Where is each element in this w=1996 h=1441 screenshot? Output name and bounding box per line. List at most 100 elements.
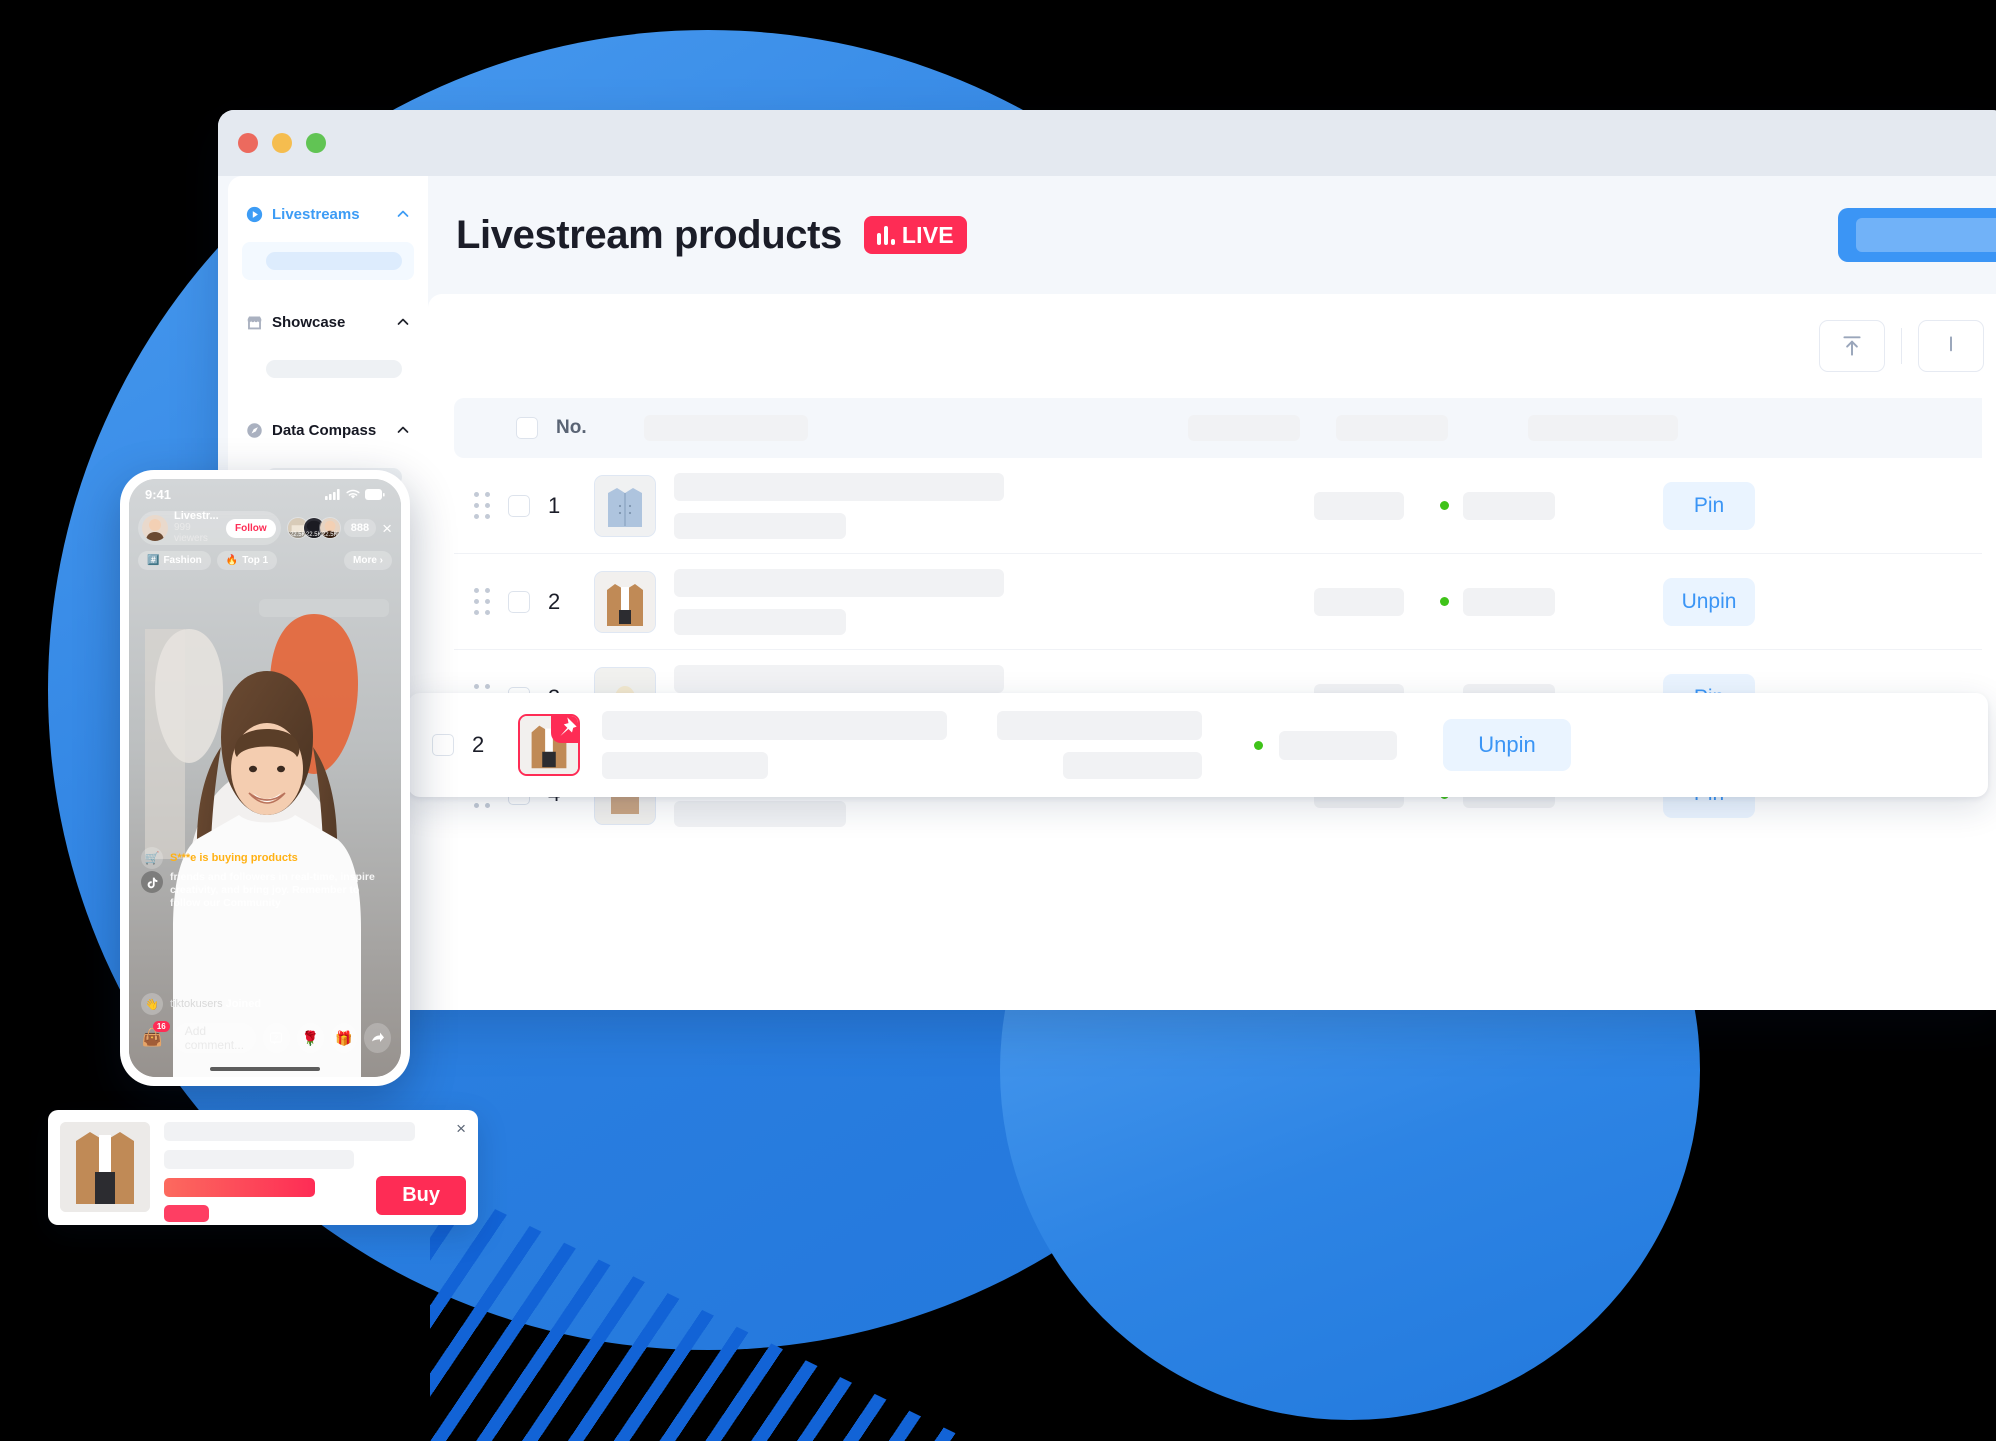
sidebar-item-showcase[interactable]: Showcase [242, 306, 414, 338]
live-badge-label: LIVE [901, 221, 954, 248]
sidebar-item-label: Showcase [272, 313, 346, 331]
bag-count-badge: 16 [152, 1021, 170, 1032]
buying-text: S***e is buying products [170, 852, 298, 864]
chevron-up-icon[interactable] [396, 315, 410, 329]
row-checkbox[interactable] [508, 494, 530, 517]
joined-text: tiktokusers Joined [170, 998, 261, 1010]
row-checkbox[interactable] [508, 590, 530, 613]
table-toolbar [428, 294, 1996, 398]
comment-input[interactable]: Add comment... [172, 1023, 257, 1053]
product-buy-card: × Buy [48, 1110, 478, 1225]
highlighted-table-row[interactable]: 2 Unpin [408, 693, 1988, 797]
tiktok-logo-icon [141, 871, 163, 893]
buying-notification: 🛒 S***e is buying products [141, 847, 298, 869]
product-sub-placeholder [602, 752, 768, 779]
primary-button-placeholder [1856, 218, 1996, 252]
home-indicator [210, 1067, 320, 1071]
question-box-icon[interactable]: ? [263, 1023, 290, 1053]
viewer-avatar[interactable]: 22.5K [318, 517, 341, 539]
buy-card-product-image[interactable] [60, 1122, 150, 1212]
chevron-up-icon[interactable] [396, 207, 410, 221]
page-header: Livestream products LIVE [428, 176, 1996, 294]
phone-mockup: 9:41 Livestr... 999 viewers Follow 22.5K… [120, 470, 410, 1086]
product-sub-placeholder [674, 608, 846, 635]
joined-username: tiktokusers [170, 998, 223, 1010]
product-thumbnail[interactable] [594, 474, 656, 537]
product-name-placeholder [674, 568, 1004, 597]
toolbar-divider [1901, 328, 1902, 364]
sidebar-subitem-placeholder [266, 360, 402, 378]
sidebar-subitem-placeholder [266, 252, 402, 270]
gift-icon[interactable]: 🎁 [330, 1023, 358, 1053]
phone-top-bar: Livestr... 999 viewers Follow 22.5K 22.5… [138, 510, 392, 545]
metric-sub-placeholder [1062, 752, 1202, 779]
fire-emoji-icon: 🔥 [225, 555, 239, 566]
shopping-bag-icon[interactable]: 👜 16 [139, 1021, 170, 1053]
move-to-top-button[interactable] [1819, 320, 1885, 372]
sidebar-subitem-showcase[interactable] [242, 350, 414, 388]
product-metric-cell [997, 711, 1202, 779]
host-info-pill[interactable]: Livestr... 999 viewers Follow [138, 510, 281, 545]
viewer-avatars[interactable]: 22.5K 22.5K 22.5K 888 × [286, 517, 392, 539]
sidebar-group-livestreams: Livestreams [228, 198, 428, 280]
chevron-up-icon[interactable] [396, 423, 410, 437]
status-text-placeholder [1463, 491, 1555, 520]
cellular-signal-icon [325, 488, 340, 500]
status-icons [325, 488, 385, 500]
primary-action-button[interactable] [1838, 208, 1996, 262]
close-icon[interactable]: × [456, 1120, 466, 1137]
browser-window: Livestreams Showcase Data Compass Livest… [218, 110, 1996, 1010]
buy-title-placeholder [164, 1122, 415, 1141]
unpin-button[interactable]: Unpin [1443, 719, 1571, 771]
select-all-checkbox[interactable] [516, 417, 538, 439]
rose-icon[interactable]: 🌹 [296, 1023, 324, 1053]
buy-sub-placeholder [164, 1150, 355, 1169]
product-sub-placeholder [674, 512, 846, 539]
joined-label: Joined [225, 998, 262, 1010]
close-icon[interactable]: × [382, 520, 392, 537]
phone-tag-row: #️⃣ Fashion 🔥 Top 1 More › [138, 551, 392, 570]
table-row[interactable]: 2 Unpin [454, 554, 1982, 650]
share-icon[interactable] [364, 1023, 392, 1053]
row-checkbox[interactable] [432, 734, 454, 756]
product-thumbnail[interactable] [594, 570, 656, 633]
metric-placeholder [997, 711, 1202, 740]
phone-status-bar: 9:41 [129, 479, 401, 509]
product-name-placeholder [674, 664, 1004, 693]
pin-button[interactable]: Pin [1663, 481, 1755, 530]
follow-button[interactable]: Follow [226, 518, 276, 538]
status-indicator-dot [1440, 597, 1449, 606]
screenshot-stage: Livestreams Showcase Data Compass Livest… [0, 0, 1996, 1441]
sidebar-item-data-compass[interactable]: Data Compass [242, 414, 414, 446]
unpin-button[interactable]: Unpin [1663, 577, 1755, 626]
maximize-window-button[interactable] [306, 133, 326, 153]
viewer-total-count[interactable]: 888 [343, 519, 377, 537]
svg-text:?: ? [275, 1035, 279, 1042]
row-number: 1 [548, 492, 561, 518]
main-content: Livestream products LIVE No. 1 Pin 2 Unp… [428, 176, 1996, 1010]
product-name-placeholder [602, 711, 947, 740]
move-down-button[interactable] [1918, 320, 1984, 372]
product-thumbnail-pinned[interactable] [518, 714, 580, 776]
compass-icon [246, 422, 263, 439]
product-name-cell [674, 472, 1004, 539]
tag-fashion[interactable]: #️⃣ Fashion [138, 551, 211, 570]
tag-label: Fashion [163, 555, 202, 566]
wifi-icon [346, 489, 360, 499]
more-button[interactable]: More › [344, 551, 392, 570]
minimize-window-button[interactable] [272, 133, 292, 153]
window-body: Livestreams Showcase Data Compass Livest… [218, 176, 1996, 1010]
phone-bottom-bar: 👜 16 Add comment... ? 🌹 🎁 [139, 1021, 392, 1053]
buy-price-placeholder [164, 1178, 315, 1197]
drag-handle-icon[interactable] [474, 492, 490, 519]
tag-top1[interactable]: 🔥 Top 1 [216, 551, 278, 570]
sidebar-item-livestreams[interactable]: Livestreams [242, 198, 414, 230]
live-status-badge: LIVE [863, 216, 967, 254]
column-header-placeholder [1528, 415, 1678, 441]
wave-hand-icon: 👋 [141, 993, 163, 1015]
table-row[interactable]: 1 Pin [454, 458, 1982, 554]
close-window-button[interactable] [238, 133, 258, 153]
sidebar-subitem-livestreams[interactable] [242, 242, 414, 280]
buy-button[interactable]: Buy [376, 1176, 466, 1215]
drag-handle-icon[interactable] [474, 588, 490, 615]
